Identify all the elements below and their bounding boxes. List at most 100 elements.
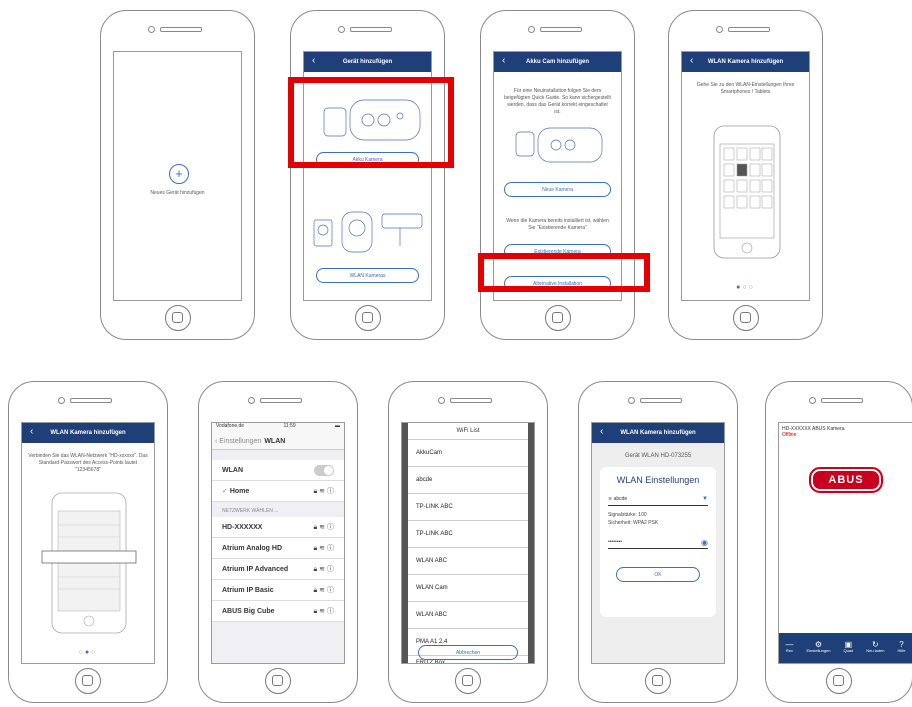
phone-wlan-config: ‹ WLAN Kamera hinzufügen Gerät WLAN HD-07… [578, 381, 738, 703]
tab-settings[interactable]: ⚙ Einstellungen [806, 641, 830, 654]
clock: 11:59 [283, 423, 296, 429]
speaker [248, 395, 308, 405]
wifi-item[interactable]: TP-LINK ABC [408, 494, 528, 521]
instruction-text: Verbinden Sie das WLAN-Netzwerk "HD-xxxx… [28, 453, 148, 473]
check-icon: ✓ [222, 488, 230, 495]
wifi-item[interactable]: TP-LINK ABC [408, 521, 528, 548]
home-button[interactable] [645, 668, 671, 694]
battery-camera-image [515, 127, 603, 163]
plus-icon[interactable]: + [169, 164, 189, 184]
network-item[interactable]: Atrium IP Advanced 🔒︎ ≋ ⓘ [212, 559, 344, 580]
security-type: Sicherheit: WPA2 PSK [608, 520, 659, 526]
screen: ‹ WLAN Kamera hinzufügen Verbinden Sie da… [21, 422, 155, 664]
speaker [527, 24, 588, 34]
network-item[interactable]: HD-XXXXXX 🔒︎ ≋ ⓘ [212, 517, 344, 538]
phone-wifi-list: WiFi List AkkuCam abcde TP-LINK ABC TP-L… [388, 381, 548, 703]
home-button[interactable] [732, 305, 759, 331]
device-name: HD-XXXXXX ABUS Kamera [782, 426, 845, 432]
tab-help[interactable]: ? Hilfe [897, 641, 905, 654]
nav-title: WLAN [264, 437, 286, 445]
network-list-image [41, 492, 137, 634]
nav-bar: ‹ Einstellungen WLAN [212, 433, 344, 450]
home-button[interactable] [455, 668, 481, 694]
wifi-lock-icons: 🔒︎ ≋ ⓘ [313, 488, 334, 495]
header: ‹ Gerät hinzufügen [304, 52, 431, 72]
page-indicator: ○●○ [78, 649, 98, 656]
home-button[interactable] [265, 668, 291, 694]
wifi-item[interactable]: AkkuCam [408, 440, 528, 467]
wlan-toggle[interactable] [314, 464, 334, 476]
home-button[interactable] [544, 305, 571, 331]
screen: HD-XXXXXX ABUS Kamera Offline ABUS — Rec … [778, 422, 912, 664]
network-item[interactable]: ABUS Big Cube 🔒︎ ≋ ⓘ [212, 601, 344, 622]
password-field[interactable]: •••••••• ◉ [608, 536, 708, 549]
header-title: WLAN Kamera hinzufügen [707, 59, 784, 65]
header-title: WLAN Kamera hinzufügen [50, 430, 126, 436]
wlan-cameras-image [313, 211, 423, 253]
back-icon[interactable]: ‹ [30, 426, 33, 437]
wifi-list-dialog: WiFi List AkkuCam abcde TP-LINK ABC TP-L… [408, 423, 528, 663]
highlight-box [478, 253, 650, 292]
home-button[interactable] [164, 305, 191, 331]
speaker [809, 395, 869, 405]
home-button[interactable] [75, 668, 101, 694]
card-title: WLAN Einstellungen [616, 475, 700, 485]
add-device-label: Neues Gerät hinzufügen [150, 190, 205, 196]
signal-strength: Signalstärke: 100 [608, 512, 647, 518]
back-icon[interactable]: ‹ [600, 426, 603, 437]
phone-select-device: ‹ Gerät hinzufügen Akku Kamera WLAN Kamer… [290, 10, 445, 340]
device-label: Gerät WLAN HD-073255 [624, 453, 692, 459]
wifi-item[interactable]: WLAN Cam [408, 575, 528, 602]
tab-quad[interactable]: ▣ Quad [843, 641, 853, 654]
existing-camera-text: Wenn die Kamera bereits installiert ist,… [506, 218, 609, 231]
tab-reload[interactable]: ↻ Neu laden [866, 641, 884, 654]
highlight-box [288, 77, 454, 168]
speaker [628, 395, 688, 405]
wlan-cameras-button[interactable]: WLAN Kameras [316, 268, 419, 283]
header: ‹ WLAN Kamera hinzufügen [682, 52, 809, 72]
phone-settings-image [713, 125, 781, 259]
ok-button[interactable]: OK [616, 567, 700, 582]
speaker [147, 24, 208, 34]
phone-ios-wlan: Vodafone.de 11:59 ▬ ‹ Einstellungen WLAN… [198, 381, 358, 703]
back-button[interactable]: ‹ Einstellungen [212, 438, 261, 445]
cancel-button[interactable]: Abbrechen [418, 645, 518, 660]
new-camera-button[interactable]: Neue Kamera [504, 182, 611, 197]
back-icon[interactable]: ‹ [312, 55, 315, 66]
network-name: Home [229, 488, 250, 495]
header-title: Gerät hinzufügen [342, 59, 393, 65]
eye-icon[interactable]: ◉ [701, 538, 708, 547]
header-title: Akku Cam hinzufügen [525, 59, 589, 65]
ssid-select[interactable]: ≋ abcde ▼ [608, 493, 708, 506]
screen: WiFi List AkkuCam abcde TP-LINK ABC TP-L… [401, 422, 535, 664]
abus-logo: ABUS [809, 467, 883, 493]
phone-connect-network: ‹ WLAN Kamera hinzufügen Verbinden Sie da… [8, 381, 168, 703]
network-item[interactable]: Atrium Analog HD 🔒︎ ≋ ⓘ [212, 538, 344, 559]
instruction-text: Gehe Sie zu den WLAN-Einstellungen Ihres… [696, 82, 795, 95]
carrier: Vodafone.de [216, 423, 245, 429]
dialog-title: WiFi List [408, 423, 528, 440]
header: ‹ WLAN Kamera hinzufügen [592, 423, 724, 443]
wifi-item[interactable]: WLAN ABC [408, 548, 528, 575]
network-home[interactable]: ✓ Home 🔒︎ ≋ ⓘ [212, 481, 344, 502]
wifi-item[interactable]: abcde [408, 467, 528, 494]
screen: + Neues Gerät hinzufügen [113, 51, 242, 301]
back-icon[interactable]: ‹ [690, 55, 693, 66]
tab-rec[interactable]: — Rec [785, 641, 793, 654]
battery-icon: ▬ [335, 423, 340, 429]
page-indicator: ●○○ [736, 284, 755, 291]
phone-live-view: HD-XXXXXX ABUS Kamera Offline ABUS — Rec … [765, 381, 912, 703]
new-install-text: Für eine Neuinstallation folgen Sie dem … [504, 88, 611, 115]
status-bar: Vodafone.de 11:59 ▬ [212, 423, 344, 433]
phone-add-device: + Neues Gerät hinzufügen [100, 10, 255, 340]
phone-wlan-settings-hint: ‹ WLAN Kamera hinzufügen Gehe Sie zu den … [668, 10, 823, 340]
home-button[interactable] [826, 668, 852, 694]
home-button[interactable] [354, 305, 381, 331]
speaker [715, 24, 776, 34]
back-icon[interactable]: ‹ [502, 55, 505, 66]
bottom-tab-bar: — Rec ⚙ Einstellungen ▣ Quad ↻ Neu laden ? Hi… [779, 633, 912, 663]
header: ‹ WLAN Kamera hinzufügen [22, 423, 154, 443]
wifi-item[interactable]: WLAN ABC [408, 602, 528, 629]
network-item[interactable]: Atrium IP Basic 🔒︎ ≋ ⓘ [212, 580, 344, 601]
screen: Vodafone.de 11:59 ▬ ‹ Einstellungen WLAN… [211, 422, 345, 664]
